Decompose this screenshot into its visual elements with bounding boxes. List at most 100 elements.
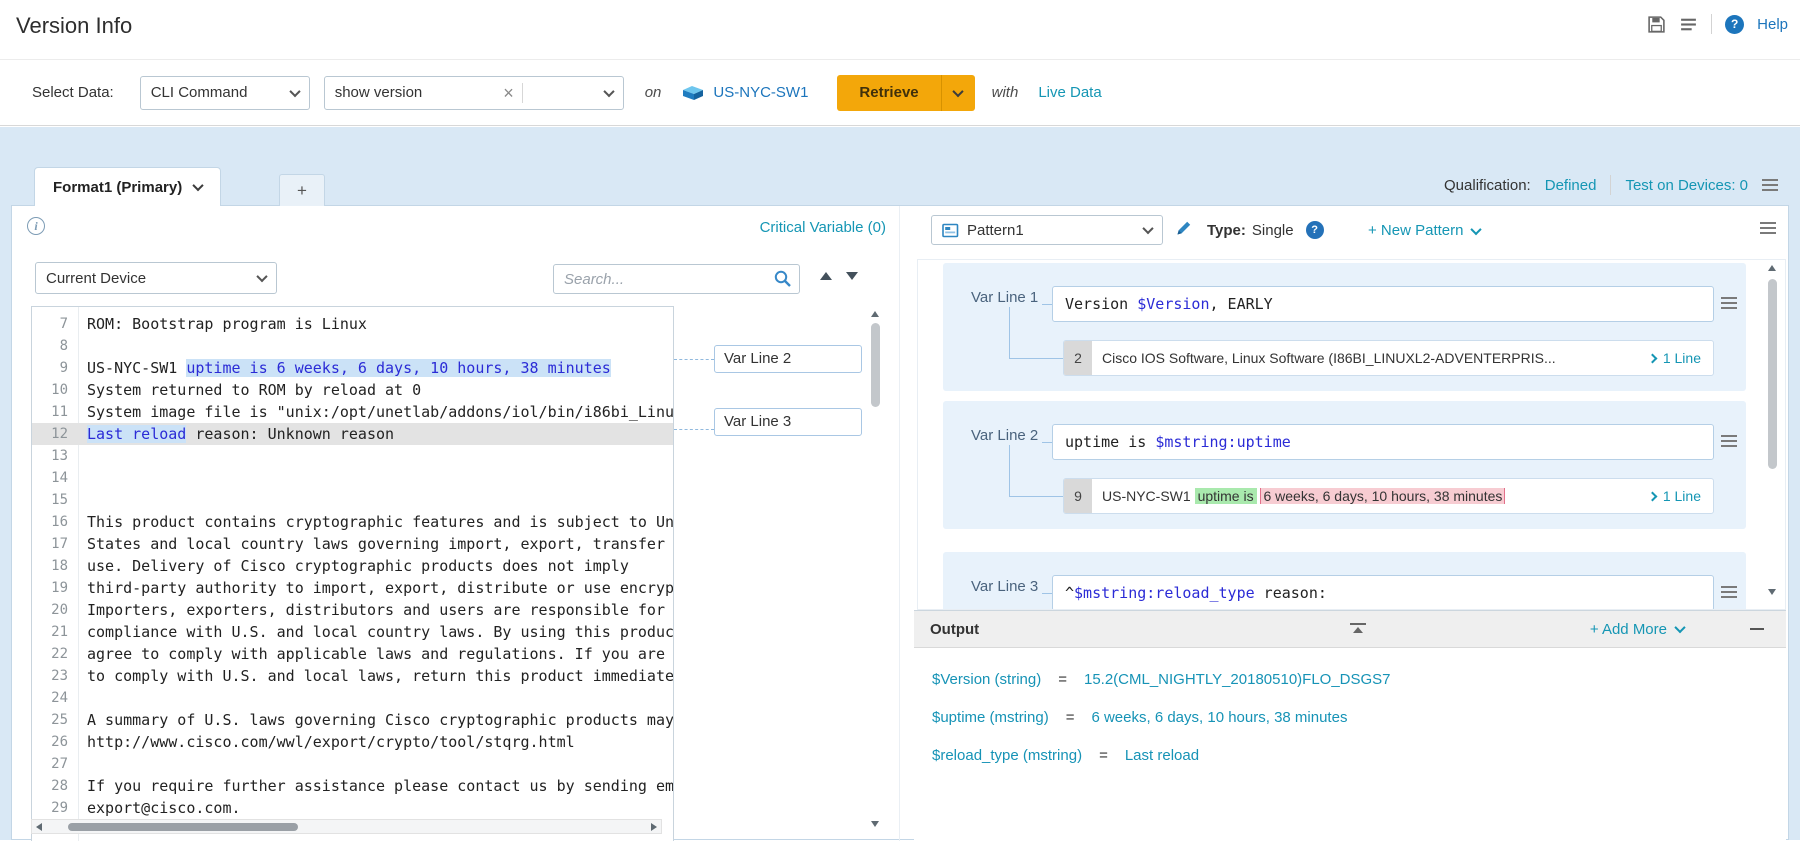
test-on-devices-link[interactable]: Test on Devices: 0 xyxy=(1625,177,1748,194)
menu-icon[interactable] xyxy=(1760,222,1776,234)
output-rows: $Version (string)=15.2(CML_NIGHTLY_20180… xyxy=(914,648,1786,764)
code-line[interactable]: 19third-party authority to import, expor… xyxy=(32,577,673,599)
scroll-down-arrow[interactable] xyxy=(1768,589,1776,595)
connector-line xyxy=(1009,358,1063,359)
menu-icon[interactable] xyxy=(1721,586,1737,598)
collapse-minus-icon[interactable] xyxy=(1750,628,1764,630)
device-link[interactable]: US-NYC-SW1 xyxy=(681,84,808,102)
retrieve-dropdown-button[interactable] xyxy=(941,75,975,111)
search-input[interactable] xyxy=(564,271,773,288)
save-icon[interactable] xyxy=(1647,15,1666,34)
code-line[interactable]: 16This product contains cryptographic fe… xyxy=(32,511,673,533)
code-line-text: third-party authority to import, export,… xyxy=(78,577,673,599)
code-vertical-scrollbar[interactable] xyxy=(867,306,885,841)
info-icon[interactable] xyxy=(27,217,45,235)
tab-format1[interactable]: Format1 (Primary) xyxy=(34,167,221,206)
scroll-down-arrow[interactable] xyxy=(871,821,879,827)
pattern-vertical-scrollbar[interactable] xyxy=(1764,263,1782,603)
code-line[interactable]: 11System image file is "unix:/opt/unetla… xyxy=(32,401,673,423)
device-icon xyxy=(681,84,705,102)
collapse-up-icon[interactable] xyxy=(1350,623,1366,633)
output-row: $uptime (mstring)=6 weeks, 6 days, 10 ho… xyxy=(932,709,1786,726)
code-line[interactable]: 10System returned to ROM by reload at 0 xyxy=(32,379,673,401)
expand-lines-link[interactable]: 1 Line xyxy=(1649,350,1713,366)
add-more-link[interactable]: + Add More xyxy=(1590,621,1684,638)
code-line[interactable]: 12Last reload reason: Unknown reason xyxy=(32,423,673,445)
code-line[interactable]: 9US-NYC-SW1 uptime is 6 weeks, 6 days, 1… xyxy=(32,357,673,379)
pattern-input[interactable]: Version $Version, EARLY xyxy=(1052,286,1714,322)
output-header: Output + Add More xyxy=(914,611,1786,648)
connector-line xyxy=(1009,445,1010,497)
matched-line-row[interactable]: 2Cisco IOS Software, Linux Software (I86… xyxy=(1063,340,1714,376)
menu-icon[interactable] xyxy=(1762,179,1778,191)
code-line[interactable]: 15 xyxy=(32,489,673,511)
pattern-input[interactable]: ^$mstring:reload_type reason: xyxy=(1052,575,1714,610)
device-output-viewer[interactable]: 67ROM: Bootstrap program is Linux89US-NY… xyxy=(31,306,674,841)
code-line[interactable]: 20Importers, exporters, distributors and… xyxy=(32,599,673,621)
list-icon[interactable] xyxy=(1679,15,1698,34)
line-number: 6 xyxy=(32,306,78,313)
code-line[interactable]: 18use. Delivery of Cisco cryptographic p… xyxy=(32,555,673,577)
code-line[interactable]: 24 xyxy=(32,687,673,709)
code-line[interactable]: 7ROM: Bootstrap program is Linux xyxy=(32,313,673,335)
line-number: 26 xyxy=(32,731,78,753)
menu-icon[interactable] xyxy=(1721,297,1737,309)
scroll-up-arrow[interactable] xyxy=(1768,265,1776,271)
command-combo[interactable]: show version xyxy=(324,76,624,110)
scroll-right-arrow[interactable] xyxy=(651,823,657,831)
chevron-down-icon xyxy=(952,85,963,96)
var-line-label: Var Line 3 xyxy=(971,578,1038,595)
var-blocks: Var Line 1Version $Version, EARLY2Cisco … xyxy=(917,259,1786,610)
new-pattern-link[interactable]: + New Pattern xyxy=(1368,222,1480,239)
qualification-defined-link[interactable]: Defined xyxy=(1545,177,1597,194)
code-line[interactable]: 28If you require further assistance plea… xyxy=(32,775,673,797)
expand-lines-link[interactable]: 1 Line xyxy=(1649,488,1713,504)
live-data-link[interactable]: Live Data xyxy=(1038,84,1101,101)
critical-variable-link[interactable]: Critical Variable (0) xyxy=(760,219,886,236)
var-line-tag[interactable]: Var Line 3 xyxy=(714,408,862,436)
pattern-input[interactable]: uptime is $mstring:uptime xyxy=(1052,424,1714,460)
code-line[interactable]: 22agree to comply with applicable laws a… xyxy=(32,643,673,665)
line-number: 9 xyxy=(32,357,78,379)
help-icon[interactable] xyxy=(1725,15,1744,34)
data-type-select[interactable]: CLI Command xyxy=(140,76,310,110)
device-scope-select[interactable]: Current Device xyxy=(35,262,277,294)
equals-sign: = xyxy=(1058,671,1067,688)
code-line[interactable]: 14 xyxy=(32,467,673,489)
help-link[interactable]: Help xyxy=(1757,16,1788,33)
find-next-button[interactable] xyxy=(846,272,858,280)
code-line[interactable]: 8 xyxy=(32,335,673,357)
matched-line-row[interactable]: 9US-NYC-SW1 uptime is 6 weeks, 6 days, 1… xyxy=(1063,478,1714,514)
find-previous-button[interactable] xyxy=(820,272,832,280)
type-help-icon[interactable] xyxy=(1306,221,1324,239)
scrollbar-thumb[interactable] xyxy=(871,323,880,407)
code-line[interactable]: 25A summary of U.S. laws governing Cisco… xyxy=(32,709,673,731)
var-line-tag[interactable]: Var Line 2 xyxy=(714,345,862,373)
code-line[interactable]: 27 xyxy=(32,753,673,775)
output-var-name[interactable]: $Version (string) xyxy=(932,671,1041,688)
edit-pattern-icon[interactable] xyxy=(1175,219,1193,241)
code-line-text: US-NYC-SW1 uptime is 6 weeks, 6 days, 10… xyxy=(78,357,673,379)
scrollbar-thumb[interactable] xyxy=(1768,279,1777,469)
scrollbar-thumb[interactable] xyxy=(68,823,298,831)
search-icon[interactable] xyxy=(773,269,793,289)
code-line[interactable]: 13 xyxy=(32,445,673,467)
code-line-text xyxy=(78,467,673,489)
scroll-left-arrow[interactable] xyxy=(36,823,42,831)
code-line[interactable]: 21compliance with U.S. and local country… xyxy=(32,621,673,643)
code-line[interactable]: 17States and local country laws governin… xyxy=(32,533,673,555)
add-format-tab[interactable]: + xyxy=(279,174,325,206)
code-line[interactable]: 29export@cisco.com. xyxy=(32,797,673,819)
scroll-up-arrow[interactable] xyxy=(871,311,879,317)
retrieve-button[interactable]: Retrieve xyxy=(837,75,940,111)
output-var-name[interactable]: $reload_type (mstring) xyxy=(932,747,1082,764)
menu-icon[interactable] xyxy=(1721,435,1737,447)
clear-icon[interactable] xyxy=(497,84,520,102)
code-horizontal-scrollbar[interactable] xyxy=(31,819,662,834)
code-line[interactable]: 6 xyxy=(32,306,673,313)
code-line[interactable]: 26http://www.cisco.com/wwl/export/crypto… xyxy=(32,731,673,753)
line-number: 25 xyxy=(32,709,78,731)
pattern-select[interactable]: Pattern1 xyxy=(931,215,1163,245)
output-var-name[interactable]: $uptime (mstring) xyxy=(932,709,1049,726)
code-line[interactable]: 23to comply with U.S. and local laws, re… xyxy=(32,665,673,687)
